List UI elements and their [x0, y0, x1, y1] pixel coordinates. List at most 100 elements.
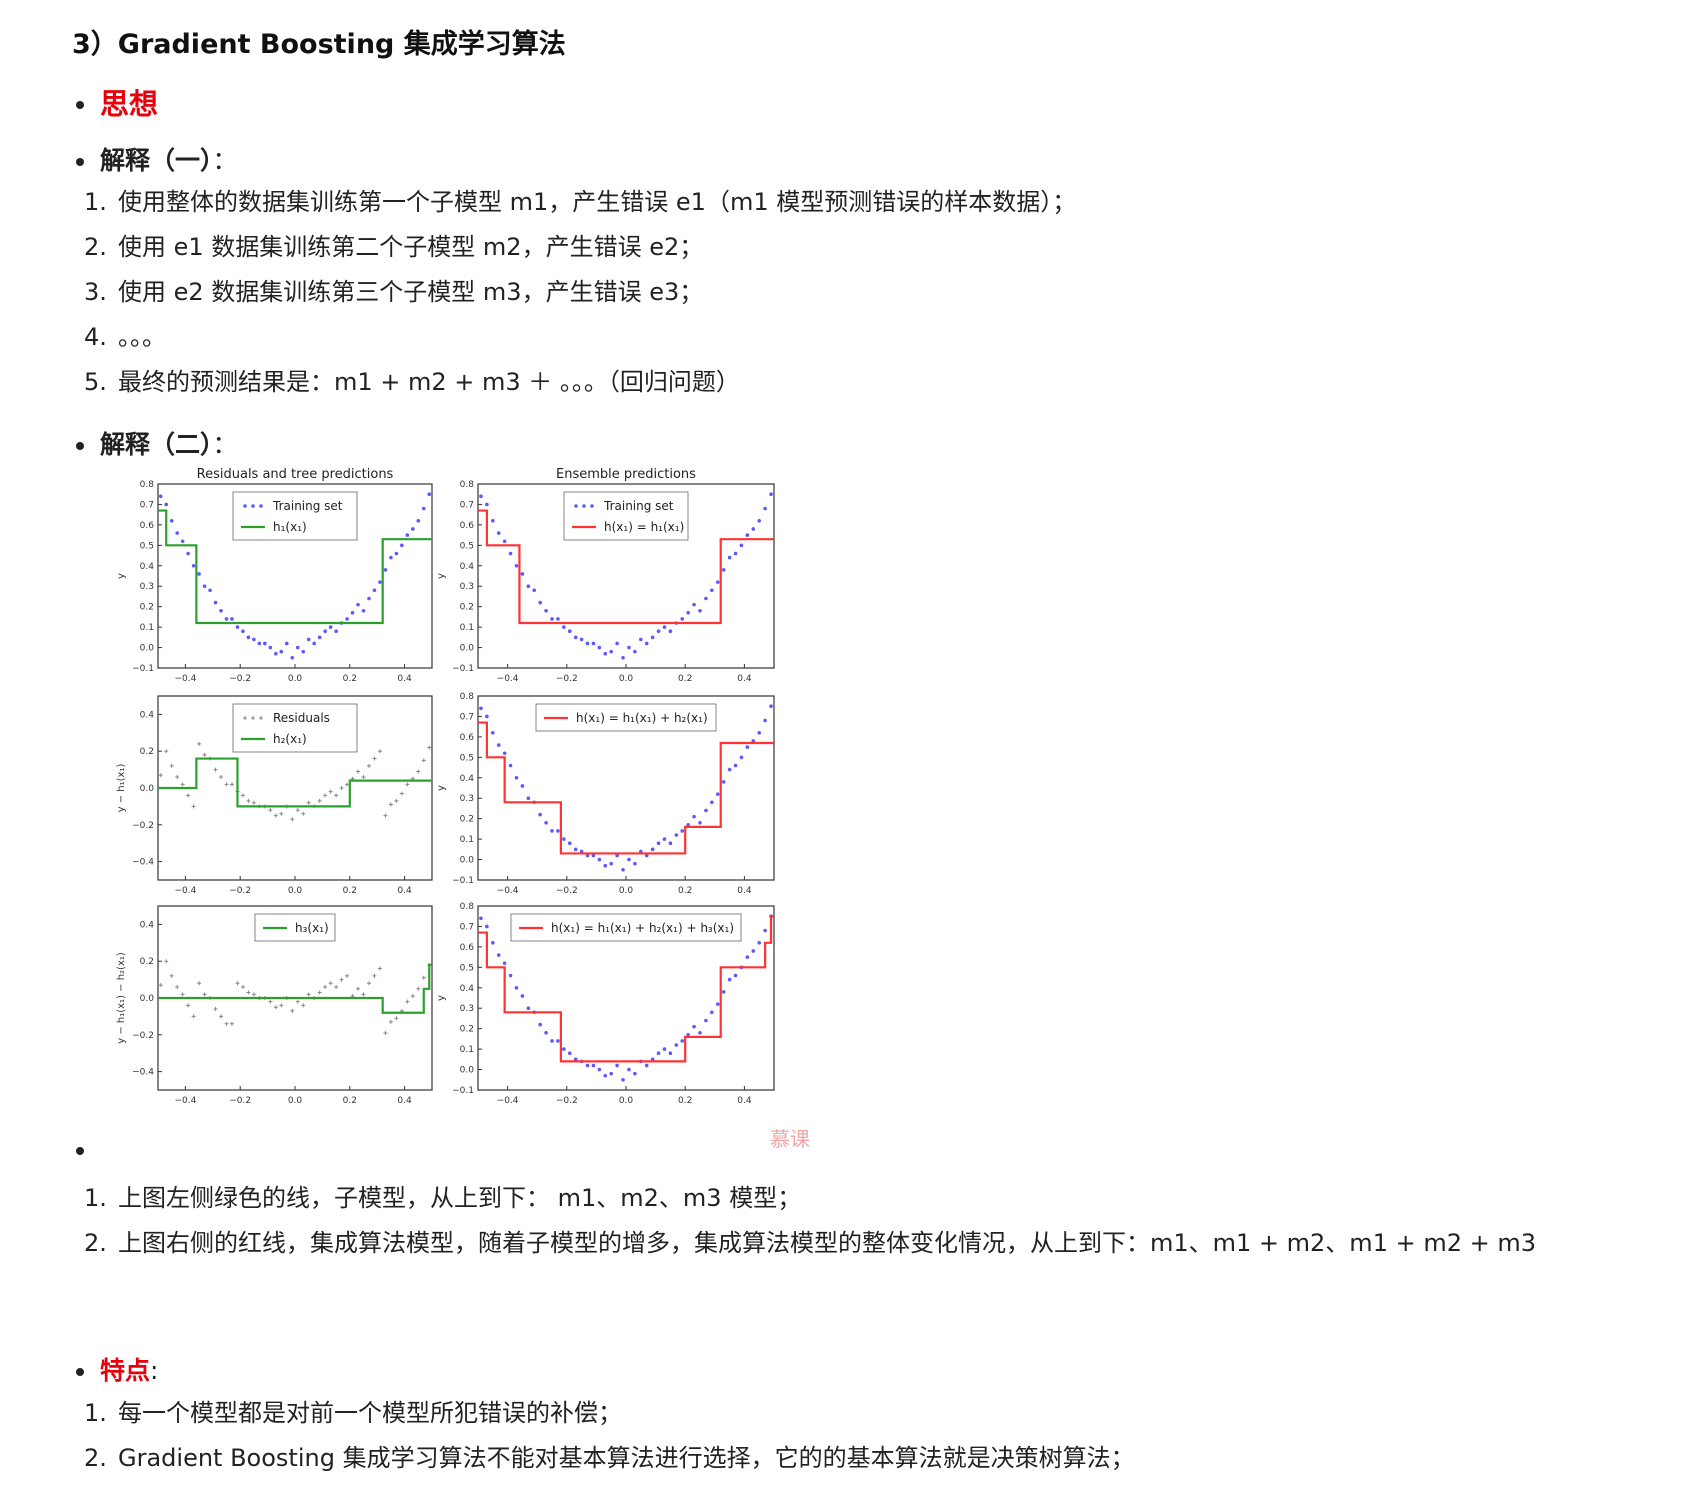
data-point [508, 973, 513, 978]
y-tick-label: 0.1 [460, 835, 474, 845]
data-point [597, 1067, 602, 1072]
data-point [323, 629, 327, 633]
explain2-label: 解释（二） [100, 430, 213, 459]
y-tick-label: 0.2 [460, 815, 474, 825]
y-axis-label: y [116, 573, 127, 579]
data-point [538, 812, 542, 817]
data-point [279, 649, 284, 654]
gradient-boosting-figure: Residuals and tree predictions −0.4 −0.2 0.… [116, 467, 810, 1151]
data-point [567, 1051, 572, 1055]
data-point [627, 1067, 631, 1072]
data-point [383, 568, 388, 572]
x-tick-label: 0.4 [737, 1096, 752, 1106]
y-tick-label: 0.6 [460, 943, 475, 953]
watermark: 慕课 [770, 1127, 810, 1151]
data-point [733, 763, 738, 768]
data-point [668, 1051, 673, 1055]
data-point [763, 718, 767, 723]
data-point [751, 949, 756, 953]
data-point [479, 916, 483, 921]
data-point [538, 600, 542, 605]
legend: Training set h(x₁) = h₁(x₁) [563, 491, 689, 541]
data-point [544, 1030, 548, 1035]
data-point [544, 608, 548, 613]
data-point [585, 1063, 590, 1068]
data-point [757, 519, 761, 523]
data-point [328, 625, 333, 629]
y-tick-label: 0.1 [460, 1045, 474, 1055]
data-point [591, 641, 596, 646]
data-point [662, 837, 667, 841]
y-tick-label: 0.2 [140, 603, 154, 613]
data-point [609, 1071, 613, 1076]
y-tick-label: 0.3 [460, 794, 474, 804]
data-point [698, 608, 702, 613]
x-tick-label: 0.2 [678, 886, 692, 896]
data-point [485, 924, 489, 929]
legend-marker [582, 504, 586, 508]
data-point [627, 645, 631, 650]
x-tick-label: 0.2 [343, 886, 357, 896]
data-point [668, 629, 673, 633]
data-point [284, 641, 289, 646]
y-tick-label: 0.8 [140, 480, 155, 490]
y-tick-label: 0.5 [460, 541, 474, 551]
features-label: 特点 [100, 1356, 151, 1385]
y-tick-label: 0.5 [460, 963, 474, 973]
data-point [290, 655, 295, 660]
y-tick-label: 0.6 [460, 733, 475, 743]
list-item: 2. 使用 e1 数据集训练第二个子模型 m2，产生错误 e2； [84, 233, 704, 261]
x-tick-label: −0.2 [556, 674, 578, 684]
y-tick-label: 0.0 [460, 1066, 475, 1076]
data-point [556, 617, 560, 621]
data-point [246, 635, 251, 640]
data-point [180, 539, 185, 544]
data-point [680, 829, 685, 833]
legend: h(x₁) = h₁(x₁) + h₂(x₁) + h₃(x₁) [510, 913, 742, 942]
y-tick-label: 0.2 [140, 957, 154, 967]
legend-label: h(x₁) = h₁(x₁) + h₂(x₁) + h₃(x₁) [551, 921, 734, 935]
x-tick-label: −0.2 [229, 674, 251, 684]
features-colon: : [150, 1356, 159, 1385]
list-item: 2. 上图右侧的红线，集成算法模型，随着子模型的增多，集成算法模型的整体变化情况，… [84, 1229, 1536, 1257]
data-point [556, 829, 560, 833]
data-point [496, 743, 501, 747]
data-point [704, 596, 708, 601]
data-point [621, 655, 625, 660]
data-point [562, 625, 566, 629]
y-tick-label: 0.8 [460, 902, 475, 912]
data-point [372, 588, 377, 593]
data-point [603, 863, 608, 868]
data-point [514, 985, 519, 990]
data-point [727, 767, 732, 772]
data-point [526, 1006, 531, 1011]
x-tick-label: −0.2 [556, 886, 578, 896]
y-tick-label: 0.7 [460, 922, 474, 932]
data-point [235, 625, 240, 629]
data-point [650, 847, 655, 852]
data-point [502, 751, 507, 756]
data-point [274, 651, 278, 656]
y-tick-label: 0.4 [460, 774, 475, 784]
x-tick-label: −0.2 [229, 886, 251, 896]
data-point [567, 629, 572, 633]
x-tick-label: 0.2 [678, 674, 692, 684]
data-point [263, 641, 267, 646]
x-tick-label: −0.4 [174, 674, 196, 684]
data-point [268, 645, 273, 650]
y-tick-label: 0.3 [460, 1004, 474, 1014]
data-point [550, 1039, 554, 1043]
y-tick-label: 0.6 [460, 521, 475, 531]
data-point [579, 637, 584, 642]
data-point [213, 600, 218, 605]
y-tick-label: 0.0 [140, 644, 155, 654]
list-item: 2. Gradient Boosting 集成学习算法不能对基本算法进行选择，它的… [84, 1444, 1135, 1472]
data-point [674, 833, 679, 837]
data-point [186, 551, 190, 556]
data-point [609, 861, 613, 866]
data-point [389, 555, 393, 560]
data-point [627, 857, 631, 862]
data-point [230, 617, 234, 621]
bullet-explain1: 解释（一）： [76, 143, 238, 179]
x-tick-label: 0.0 [288, 1096, 303, 1106]
